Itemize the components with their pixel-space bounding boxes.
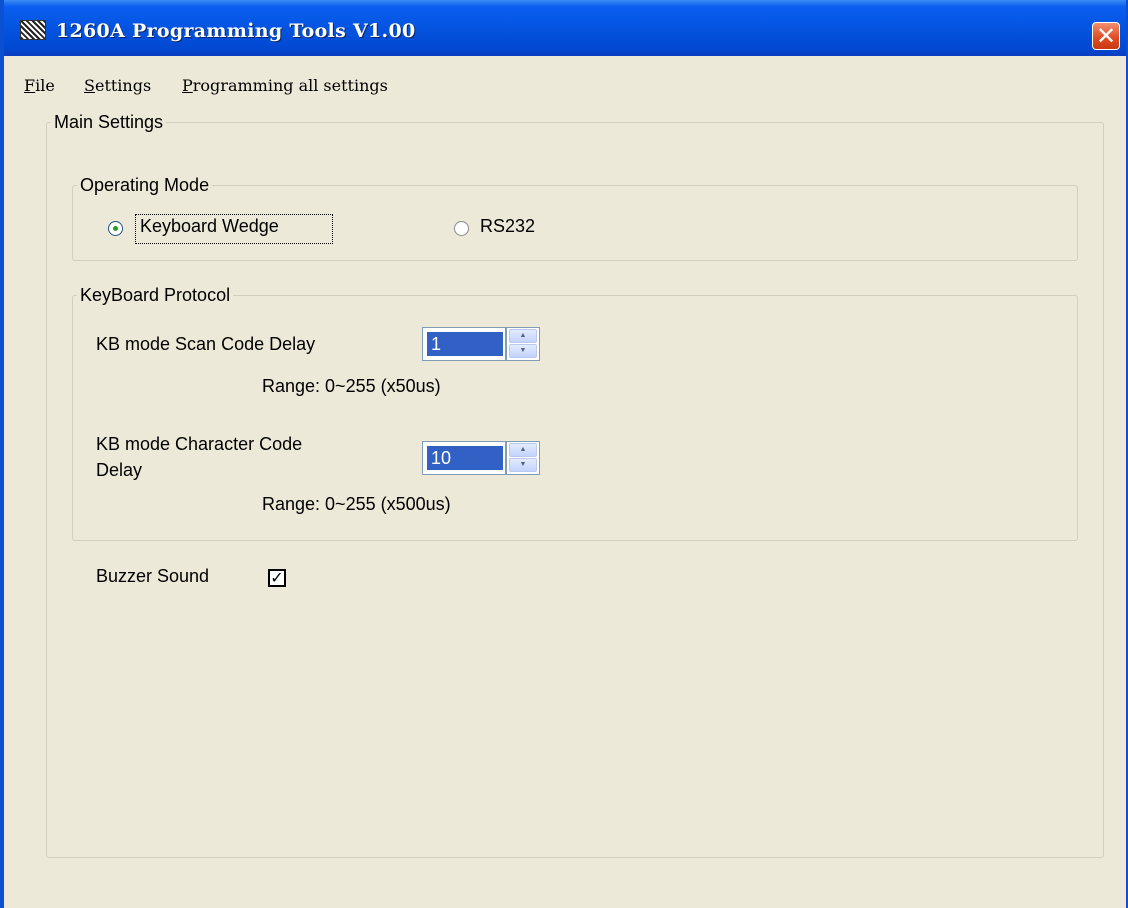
app-icon — [20, 20, 46, 40]
char-code-delay-spin-buttons: ▲ ▼ — [506, 441, 540, 475]
char-code-delay-value: 10 — [427, 446, 503, 470]
char-code-delay-label-line1: KB mode Character Code — [96, 434, 303, 454]
scan-code-delay-value: 1 — [427, 332, 503, 356]
menu-file[interactable]: File — [24, 76, 55, 95]
check-icon: ✓ — [270, 568, 284, 587]
spin-up-arrow-icon: ▲ — [519, 332, 527, 339]
operating-mode-legend: Operating Mode — [80, 175, 210, 195]
spin-down-arrow-icon: ▼ — [519, 461, 527, 468]
menu-programming-all-settings[interactable]: Programming all settings — [182, 76, 388, 95]
radio-rs232[interactable] — [454, 221, 469, 236]
scan-code-delay-spinner[interactable]: 1 ▲ ▼ — [422, 327, 540, 361]
spin-down-button[interactable]: ▼ — [509, 458, 537, 472]
scan-code-delay-label: KB mode Scan Code Delay — [96, 334, 316, 354]
menu-settings[interactable]: Settings — [84, 76, 151, 95]
char-code-delay-label-line2: Delay — [96, 460, 143, 480]
spin-up-button[interactable]: ▲ — [509, 329, 537, 343]
char-code-delay-input[interactable]: 10 — [422, 441, 506, 475]
scan-code-delay-range: Range: 0~255 (x50us) — [262, 376, 441, 396]
title-bar[interactable]: 1260A Programming Tools V1.00 ✕ — [4, 0, 1126, 56]
window-title: 1260A Programming Tools V1.00 — [56, 20, 416, 42]
rs232-label[interactable]: RS232 — [480, 216, 535, 237]
menu-bar — [4, 56, 1126, 100]
application-window: 1260A Programming Tools V1.00 ✕ File Set… — [0, 0, 1128, 908]
spin-down-button[interactable]: ▼ — [509, 344, 537, 358]
keyboard-protocol-group: KeyBoard Protocol — [72, 285, 1078, 541]
radio-selected-dot — [113, 226, 118, 231]
char-code-delay-range: Range: 0~255 (x500us) — [262, 494, 451, 514]
keyboard-wedge-label[interactable]: Keyboard Wedge — [140, 216, 279, 237]
main-settings-legend: Main Settings — [54, 112, 164, 132]
radio-keyboard-wedge[interactable] — [108, 221, 123, 236]
keyboard-protocol-legend: KeyBoard Protocol — [80, 285, 231, 305]
spin-up-arrow-icon: ▲ — [519, 446, 527, 453]
char-code-delay-spinner[interactable]: 10 ▲ ▼ — [422, 441, 540, 475]
close-button[interactable]: ✕ — [1092, 22, 1120, 50]
close-icon: ✕ — [1095, 22, 1117, 50]
spin-up-button[interactable]: ▲ — [509, 443, 537, 457]
buzzer-sound-label: Buzzer Sound — [96, 566, 210, 586]
buzzer-sound-checkbox[interactable]: ✓ — [268, 568, 286, 587]
scan-code-delay-spin-buttons: ▲ ▼ — [506, 327, 540, 361]
scan-code-delay-input[interactable]: 1 — [422, 327, 506, 361]
spin-down-arrow-icon: ▼ — [519, 347, 527, 354]
